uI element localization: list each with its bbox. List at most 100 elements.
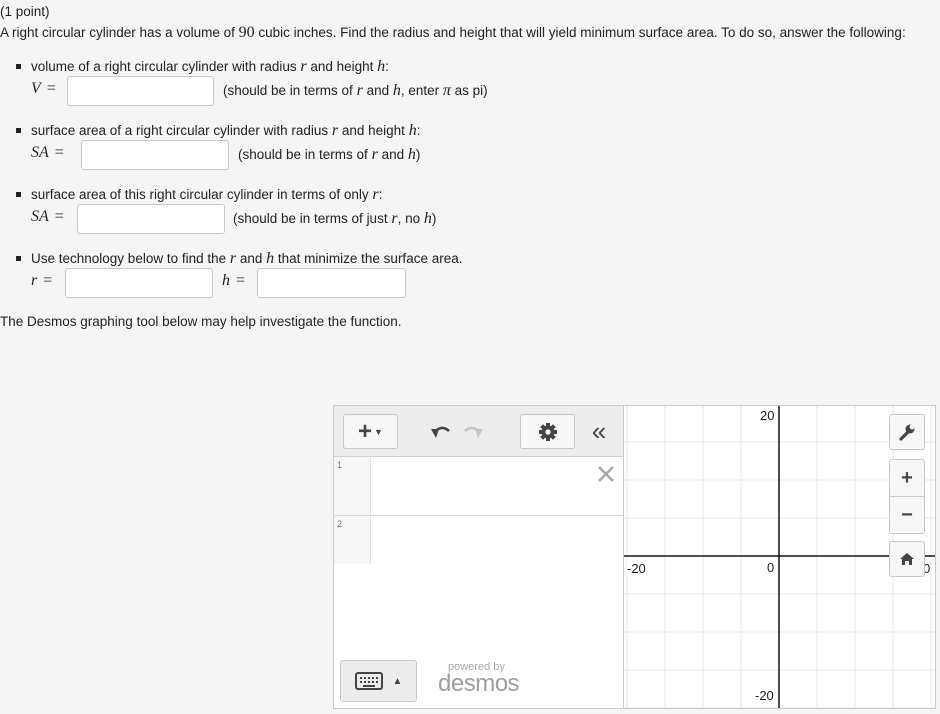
add-item-button[interactable]: + ▼ — [343, 414, 398, 449]
intro-text-a: A right circular cylinder has a volume o… — [0, 25, 239, 40]
item-1-hint: (should be in terms of r and h, enter π … — [223, 82, 488, 100]
h-symbol: h — [222, 272, 230, 289]
height-input[interactable] — [257, 268, 406, 298]
item-2-text-a: surface area of a right circular cylinde… — [31, 123, 332, 138]
sa-symbol: SA — [31, 144, 49, 161]
undo-button[interactable] — [428, 419, 454, 445]
equals-sign: = — [54, 144, 64, 161]
hint-var-h: h — [423, 210, 432, 227]
plus-icon: + — [358, 417, 373, 445]
hint-text-a: (should be in terms of just — [233, 211, 392, 226]
hint-text-b: , no — [397, 211, 424, 226]
h-equation-label: h = — [222, 272, 245, 290]
item-2-text-b: and height — [338, 123, 409, 138]
var-h: h — [408, 122, 417, 139]
item-3-hint: (should be in terms of just r, no h) — [233, 210, 436, 228]
item-3-text: surface area of this right circular cyli… — [31, 186, 382, 204]
expression-toolbar: + ▼ « — [334, 406, 623, 457]
item-1-text-a: volume of a right circular cylinder with… — [31, 59, 301, 74]
zoom-out-button[interactable]: − — [889, 496, 925, 534]
hint-var-h: h — [407, 146, 416, 163]
item-1-text-c: : — [385, 59, 389, 74]
home-icon — [900, 553, 914, 565]
item-3-text-b: : — [378, 187, 383, 202]
desmos-calculator: + ▼ « 1 2 ▲ powered by desmos 20 -20 -20… — [333, 405, 936, 709]
expression-panel: + ▼ « 1 2 ▲ powered by desmos — [334, 406, 624, 708]
hint-text-d: as pi) — [450, 83, 488, 98]
r-equation-label: r = — [31, 272, 52, 290]
v-symbol: V — [31, 80, 41, 97]
surface-area-r-input[interactable] — [77, 204, 225, 234]
delete-expression-button[interactable] — [596, 464, 616, 486]
y-axis-bottom-label: -20 — [755, 688, 774, 703]
expression-row-1[interactable]: 1 — [334, 457, 623, 516]
hint-var-h: h — [392, 82, 401, 99]
bullet-3 — [16, 192, 21, 197]
keypad-toggle-button[interactable]: ▲ — [340, 660, 417, 702]
close-icon — [598, 466, 614, 482]
keyboard-icon — [354, 672, 383, 690]
bullet-2 — [16, 128, 21, 133]
caret-up-icon: ▲ — [392, 675, 403, 687]
equals-sign: = — [43, 272, 53, 289]
redo-icon — [464, 426, 483, 438]
zoom-in-button[interactable]: + — [889, 459, 925, 497]
graph-settings-button[interactable] — [889, 414, 925, 450]
item-4-text-a: Use technology below to find the — [31, 251, 230, 266]
var-h: h — [266, 250, 275, 267]
points-label: (1 point) — [0, 4, 50, 19]
item-2-hint: (should be in terms of r and h) — [238, 146, 420, 164]
hint-text-c: ) — [431, 211, 437, 226]
undo-icon — [431, 426, 450, 438]
equals-sign: = — [236, 272, 246, 289]
x-axis-left-label: -20 — [627, 561, 646, 576]
sa-symbol: SA — [31, 208, 49, 225]
equals-sign: = — [54, 208, 64, 225]
var-h: h — [377, 58, 386, 75]
equals-sign: = — [46, 80, 56, 97]
wrench-icon — [899, 424, 915, 441]
sa-r-equation-label: SA = — [31, 208, 64, 226]
graph-paper[interactable]: 20 -20 -20 0 0 + − — [624, 406, 935, 708]
desmos-note: The Desmos graphing tool below may help … — [0, 314, 402, 329]
hint-text-c: ) — [415, 147, 421, 162]
hint-pi: π — [442, 82, 451, 99]
item-3-text-a: surface area of this right circular cyli… — [31, 187, 373, 202]
expression-input[interactable] — [378, 465, 578, 505]
surface-area-input[interactable] — [81, 140, 229, 170]
radius-input[interactable] — [65, 268, 213, 298]
item-2-text: surface area of a right circular cylinde… — [31, 122, 420, 140]
volume-input[interactable] — [67, 76, 214, 106]
expression-input[interactable] — [378, 524, 578, 554]
problem-intro: A right circular cylinder has a volume o… — [0, 24, 906, 42]
default-viewport-button[interactable] — [889, 541, 925, 577]
item-4-text-c: that minimize the surface area. — [274, 251, 463, 266]
caret-down-icon: ▼ — [374, 426, 383, 437]
r-symbol: r — [31, 272, 38, 289]
hint-text-b: and — [377, 147, 408, 162]
item-2-text-c: : — [416, 123, 421, 138]
volume-value: 90 — [238, 24, 255, 41]
expression-row-2[interactable]: 2 — [334, 516, 623, 564]
bullet-1 — [16, 64, 21, 69]
bullet-4 — [16, 256, 21, 261]
hint-text-b: and — [362, 83, 393, 98]
hint-text-a: (should be in terms of — [223, 83, 357, 98]
plus-icon: + — [901, 466, 913, 489]
hint-text-a: (should be in terms of — [238, 147, 372, 162]
item-1-text: volume of a right circular cylinder with… — [31, 58, 389, 76]
item-4-text: Use technology below to find the r and h… — [31, 250, 462, 268]
item-1-text-b: and height — [306, 59, 378, 74]
intro-text-b: cubic inches. Find the radius and height… — [254, 25, 906, 40]
expression-index: 1 — [334, 457, 371, 515]
minus-icon: − — [901, 503, 913, 526]
collapse-panel-button[interactable]: « — [586, 417, 612, 445]
v-equation-label: V = — [31, 80, 56, 98]
sa-equation-label: SA = — [31, 144, 64, 162]
double-chevron-left-icon: « — [591, 416, 607, 446]
hint-text-c: , enter — [400, 83, 443, 98]
expression-index: 2 — [334, 516, 371, 564]
item-4-text-b: and — [236, 251, 267, 266]
settings-button[interactable] — [520, 414, 575, 449]
redo-button[interactable] — [460, 419, 486, 445]
